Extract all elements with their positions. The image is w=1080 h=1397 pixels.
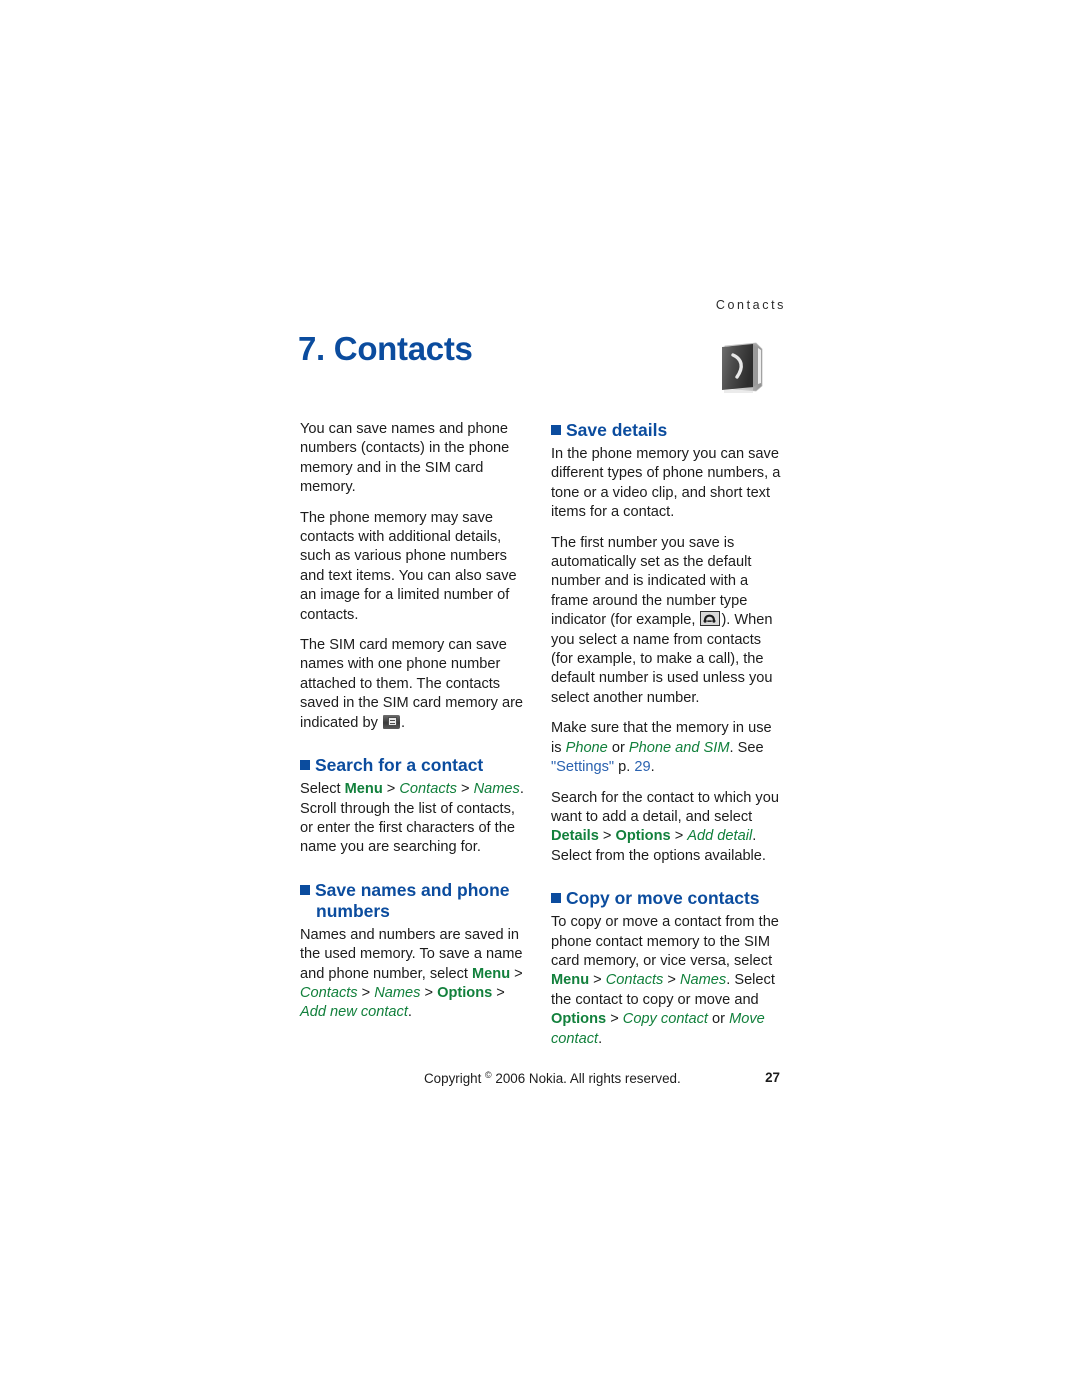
manual-page: Contacts 7. Contacts You can save names …	[0, 0, 1080, 1397]
path-run-link: "Settings"	[551, 759, 615, 776]
section-heading-copy-or-move-contacts: Copy or move contacts	[551, 888, 782, 909]
section-heading-label: Save details	[566, 420, 668, 440]
path-run-link: 29	[634, 759, 651, 776]
path-run-sep: >	[510, 965, 523, 982]
path-run-item: Phone and SIM	[628, 739, 730, 756]
path-run-sep: >	[598, 828, 616, 845]
path-run-sep: .	[598, 1030, 603, 1047]
copyright-symbol: ©	[485, 1070, 492, 1080]
square-bullet-icon	[300, 760, 310, 771]
path-run-cmd: Menu	[344, 781, 383, 798]
menu-path-copy-2: Options > Copy contact or Move contact.	[551, 1011, 765, 1046]
square-bullet-icon	[551, 425, 561, 435]
memory-in-use-paragraph: Make sure that the memory in use is Phon…	[551, 719, 782, 777]
path-run-sep: .	[407, 1004, 412, 1021]
contacts-book-icon	[715, 341, 767, 395]
path-run-item: Names	[374, 984, 421, 1001]
path-run-sep: >	[382, 781, 400, 798]
save-details-paragraph-1: In the phone memory you can save differe…	[551, 446, 781, 521]
path-run-sep: >	[456, 781, 474, 798]
right-column: Save details In the phone memory you can…	[551, 420, 782, 1060]
copyright-suffix: 2006 Nokia. All rights reserved.	[491, 1071, 681, 1086]
path-run-item: Copy contact	[622, 1011, 708, 1028]
path-run-item: Contacts	[605, 972, 664, 989]
path-run-sep: .	[650, 759, 655, 776]
path-run-item: Phone	[565, 739, 608, 756]
add-detail-lead: Search for the contact to which you want…	[551, 789, 779, 825]
path-run-sep: . See	[729, 739, 764, 756]
path-run-sep: or	[607, 739, 629, 756]
sim-card-icon	[382, 714, 400, 729]
path-run-cmd: Options	[551, 1011, 607, 1028]
path-run-sep: >	[420, 984, 438, 1001]
path-run-cmd: Menu	[472, 965, 511, 982]
path-run-sep: >	[606, 1011, 623, 1028]
running-header: Contacts	[715, 298, 786, 312]
menu-path-copy-1: Menu > Contacts > Names.	[551, 972, 730, 988]
memory-path: Phone or Phone and SIM. See "Settings" p…	[551, 740, 764, 775]
sim-paragraph-before: The SIM card memory can save names with …	[300, 637, 524, 731]
path-run-item: Contacts	[300, 984, 358, 1001]
path-run-sep: p.	[614, 759, 635, 776]
path-run-sep: .	[519, 781, 524, 798]
path-run-sep: .	[752, 828, 757, 845]
section-heading-label: Copy or move contacts	[566, 888, 760, 909]
path-run-item: Contacts	[399, 781, 457, 798]
path-run-cmd: Menu	[551, 972, 590, 989]
sim-paragraph-after: .	[400, 714, 406, 731]
section-heading-search-for-a-contact: Search for a contact	[300, 755, 531, 776]
copy-move-paragraph: To copy or move a contact from the phone…	[551, 913, 782, 1049]
path-run-item: Add new contact	[300, 1004, 408, 1021]
phone-number-type-icon	[700, 611, 721, 627]
intro-paragraph-2: The phone memory may save contacts with …	[300, 509, 517, 623]
menu-path-add-detail: Details > Options > Add detail.	[551, 828, 756, 844]
path-run-sep: >	[589, 972, 606, 989]
page-number: 27	[765, 1070, 780, 1085]
path-run-sep: >	[492, 984, 505, 1001]
save-section-paragraph: Names and numbers are saved in the used …	[300, 926, 531, 1023]
path-run-item: Names	[679, 972, 727, 989]
square-bullet-icon	[300, 884, 310, 895]
path-run-cmd: Details	[551, 828, 599, 845]
path-run-sep: or	[707, 1011, 730, 1028]
path-run-item: Add detail	[687, 828, 753, 845]
path-run-item: Names	[473, 781, 520, 798]
search-section-paragraph: Select Menu > Contacts > Names. Scroll t…	[300, 780, 531, 858]
page-title: 7. Contacts	[298, 330, 473, 367]
menu-path-search: Menu > Contacts > Names.	[345, 781, 524, 797]
path-run-cmd: Options	[437, 984, 493, 1001]
save-details-paragraph-2: The first number you save is automatical…	[551, 534, 782, 709]
intro-paragraph-1: You can save names and phone numbers (co…	[300, 421, 510, 496]
sim-memory-paragraph: The SIM card memory can save names with …	[300, 636, 531, 733]
select-word: Select	[300, 781, 345, 798]
add-detail-paragraph: Search for the contact to which you want…	[551, 789, 782, 867]
copy-move-lead: To copy or move a contact from the phone…	[551, 914, 779, 969]
path-run-cmd: Options	[615, 828, 671, 845]
section-heading-save-names-and-phone-numbers: Save names and phone numbers	[300, 880, 531, 922]
add-detail-tail: Select from the options available.	[551, 847, 766, 864]
section-heading-save-details: Save details	[551, 420, 782, 441]
copyright-notice: Copyright © 2006 Nokia. All rights reser…	[424, 1070, 681, 1086]
search-section-body: Scroll through the list of contacts, or …	[300, 800, 515, 856]
section-heading-label: Search for a contact	[315, 755, 484, 776]
square-bullet-icon	[551, 893, 561, 904]
path-run-sep: >	[357, 984, 375, 1001]
path-run-sep: >	[663, 972, 680, 989]
copyright-prefix: Copyright	[424, 1071, 486, 1086]
section-heading-label: Save names and phone numbers	[315, 879, 510, 921]
path-run-sep: >	[670, 828, 688, 845]
left-column: You can save names and phone numbers (co…	[300, 420, 531, 1034]
